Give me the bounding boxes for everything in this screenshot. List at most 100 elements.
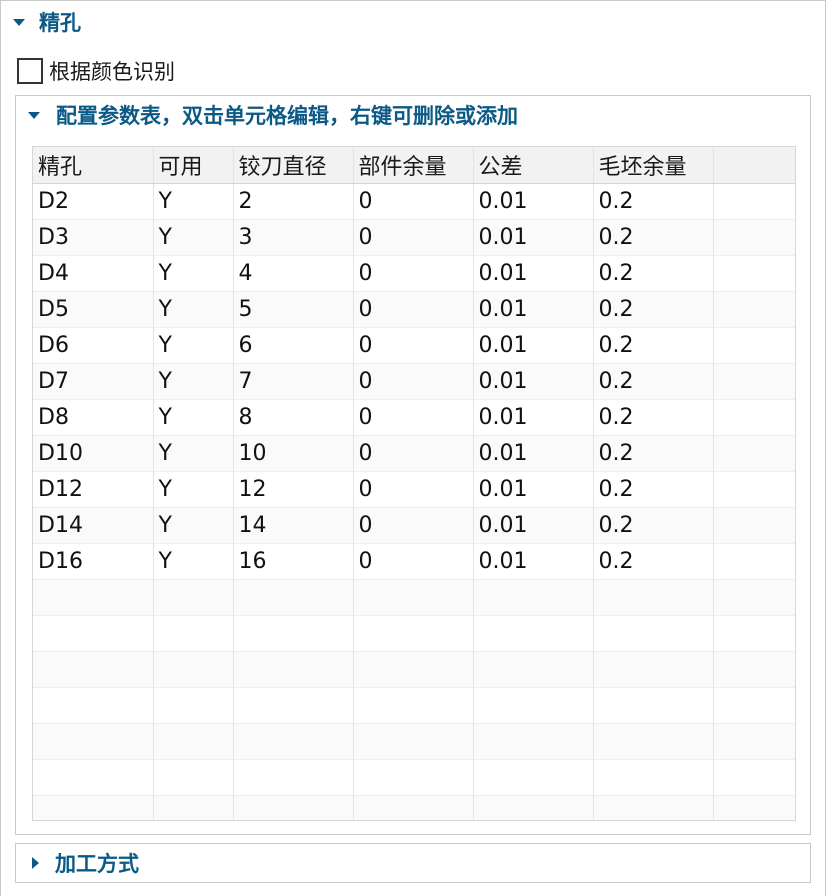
empty-cell[interactable] bbox=[153, 759, 234, 796]
empty-cell[interactable] bbox=[153, 651, 234, 688]
table-row[interactable]: D5 Y 5 0 0.01 0.2 bbox=[33, 291, 795, 328]
table-cell[interactable]: 0 bbox=[353, 435, 474, 472]
empty-cell[interactable] bbox=[233, 795, 354, 820]
empty-cell[interactable] bbox=[233, 723, 354, 760]
table-cell[interactable]: 0.2 bbox=[593, 183, 714, 220]
empty-cell[interactable] bbox=[353, 687, 474, 724]
empty-cell[interactable] bbox=[473, 651, 594, 688]
table-cell[interactable]: D2 bbox=[33, 183, 154, 220]
table-cell[interactable]: 0.01 bbox=[473, 183, 594, 220]
empty-cell[interactable] bbox=[153, 615, 234, 652]
table-cell[interactable]: Y bbox=[153, 435, 234, 472]
table-cell[interactable]: D10 bbox=[33, 435, 154, 472]
table-cell[interactable]: 0 bbox=[353, 471, 474, 508]
table-cell[interactable]: 0.01 bbox=[473, 471, 594, 508]
table-row[interactable]: D4 Y 4 0 0.01 0.2 bbox=[33, 255, 795, 292]
empty-cell[interactable] bbox=[593, 759, 714, 796]
empty-cell[interactable] bbox=[33, 759, 154, 796]
empty-cell[interactable] bbox=[593, 723, 714, 760]
empty-cell[interactable] bbox=[473, 579, 594, 616]
table-cell[interactable]: 0.2 bbox=[593, 507, 714, 544]
table-row[interactable]: D14 Y 14 0 0.01 0.2 bbox=[33, 507, 795, 544]
column-header[interactable]: 可用 bbox=[153, 147, 234, 184]
empty-cell[interactable] bbox=[33, 579, 154, 616]
table-cell[interactable]: 0.01 bbox=[473, 543, 594, 580]
table-cell[interactable]: 0.01 bbox=[473, 327, 594, 364]
table-row[interactable]: D8 Y 8 0 0.01 0.2 bbox=[33, 399, 795, 436]
empty-cell[interactable] bbox=[153, 723, 234, 760]
table-cell[interactable]: 0 bbox=[353, 183, 474, 220]
empty-cell[interactable] bbox=[353, 651, 474, 688]
column-header[interactable]: 公差 bbox=[473, 147, 594, 184]
empty-cell[interactable] bbox=[593, 615, 714, 652]
empty-cell[interactable] bbox=[593, 579, 714, 616]
table-cell[interactable]: 4 bbox=[233, 255, 354, 292]
table-cell[interactable]: 12 bbox=[233, 471, 354, 508]
table-cell[interactable]: Y bbox=[153, 291, 234, 328]
table-cell[interactable]: 0.01 bbox=[473, 507, 594, 544]
table-cell[interactable]: Y bbox=[153, 471, 234, 508]
empty-cell[interactable] bbox=[233, 615, 354, 652]
table-cell[interactable]: 0.01 bbox=[473, 219, 594, 256]
column-header[interactable]: 精孔 bbox=[33, 147, 154, 184]
table-row[interactable]: D10 Y 10 0 0.01 0.2 bbox=[33, 435, 795, 472]
table-cell[interactable]: 0.2 bbox=[593, 435, 714, 472]
table-row[interactable]: D12 Y 12 0 0.01 0.2 bbox=[33, 471, 795, 508]
table-cell[interactable]: Y bbox=[153, 363, 234, 400]
table-cell[interactable]: 0 bbox=[353, 327, 474, 364]
empty-cell[interactable] bbox=[233, 687, 354, 724]
empty-cell[interactable] bbox=[353, 723, 474, 760]
table-cell[interactable]: 16 bbox=[233, 543, 354, 580]
table-cell[interactable]: Y bbox=[153, 255, 234, 292]
table-cell[interactable]: 0.01 bbox=[473, 291, 594, 328]
table-cell[interactable]: 0.01 bbox=[473, 399, 594, 436]
empty-cell[interactable] bbox=[233, 759, 354, 796]
empty-table-row[interactable] bbox=[33, 795, 795, 820]
table-cell[interactable]: 0.2 bbox=[593, 399, 714, 436]
table-cell[interactable]: 0.01 bbox=[473, 363, 594, 400]
table-cell[interactable]: 14 bbox=[233, 507, 354, 544]
table-row[interactable]: D3 Y 3 0 0.01 0.2 bbox=[33, 219, 795, 256]
table-cell[interactable]: D14 bbox=[33, 507, 154, 544]
empty-cell[interactable] bbox=[353, 615, 474, 652]
table-cell[interactable]: 0.2 bbox=[593, 543, 714, 580]
table-cell[interactable]: 0 bbox=[353, 543, 474, 580]
empty-table-row[interactable] bbox=[33, 759, 795, 796]
hole-finishing-section-header[interactable]: 精孔 bbox=[13, 7, 81, 37]
parameter-table[interactable]: 精孔 可用 铰刀直径 部件余量 公差 毛坯余量 D2 Y 2 0 0.01 0.2 D3 Y 3… bbox=[32, 146, 796, 821]
empty-cell[interactable] bbox=[153, 687, 234, 724]
table-cell[interactable]: D3 bbox=[33, 219, 154, 256]
table-row[interactable]: D6 Y 6 0 0.01 0.2 bbox=[33, 327, 795, 364]
table-cell[interactable]: D4 bbox=[33, 255, 154, 292]
table-cell[interactable]: 10 bbox=[233, 435, 354, 472]
empty-cell[interactable] bbox=[33, 687, 154, 724]
table-cell[interactable]: 0.2 bbox=[593, 291, 714, 328]
table-cell[interactable]: 0.2 bbox=[593, 327, 714, 364]
table-cell[interactable]: 3 bbox=[233, 219, 354, 256]
column-header[interactable]: 毛坯余量 bbox=[593, 147, 714, 184]
table-cell[interactable]: Y bbox=[153, 543, 234, 580]
empty-cell[interactable] bbox=[153, 579, 234, 616]
empty-cell[interactable] bbox=[473, 723, 594, 760]
table-cell[interactable]: 0 bbox=[353, 255, 474, 292]
table-row[interactable]: D7 Y 7 0 0.01 0.2 bbox=[33, 363, 795, 400]
column-header[interactable]: 部件余量 bbox=[353, 147, 474, 184]
table-cell[interactable]: D12 bbox=[33, 471, 154, 508]
table-cell[interactable]: 0.01 bbox=[473, 435, 594, 472]
table-cell[interactable]: 0.01 bbox=[473, 255, 594, 292]
color-recognition-checkbox[interactable] bbox=[17, 58, 43, 84]
table-row[interactable]: D2 Y 2 0 0.01 0.2 bbox=[33, 183, 795, 220]
empty-cell[interactable] bbox=[33, 795, 154, 820]
table-cell[interactable]: 0.2 bbox=[593, 255, 714, 292]
empty-cell[interactable] bbox=[233, 651, 354, 688]
empty-cell[interactable] bbox=[353, 795, 474, 820]
table-cell[interactable]: D8 bbox=[33, 399, 154, 436]
table-cell[interactable]: 0.2 bbox=[593, 363, 714, 400]
table-cell[interactable]: Y bbox=[153, 507, 234, 544]
empty-table-row[interactable] bbox=[33, 615, 795, 652]
table-cell[interactable]: 0 bbox=[353, 291, 474, 328]
empty-table-row[interactable] bbox=[33, 651, 795, 688]
table-cell[interactable]: D7 bbox=[33, 363, 154, 400]
table-cell[interactable]: 7 bbox=[233, 363, 354, 400]
empty-cell[interactable] bbox=[593, 651, 714, 688]
